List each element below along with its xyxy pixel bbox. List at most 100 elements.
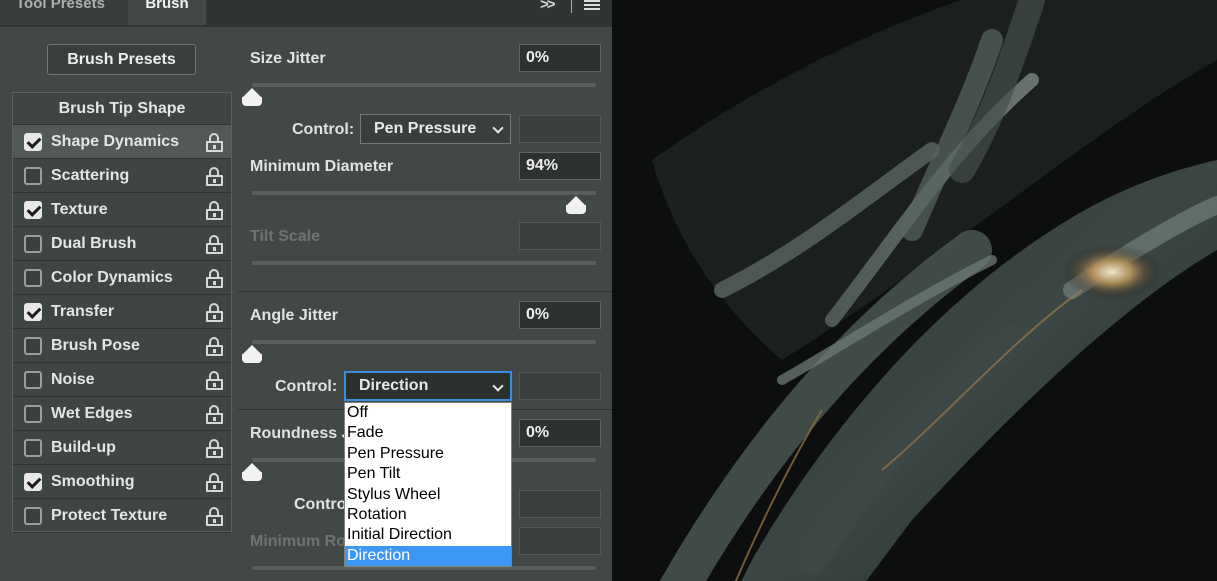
min-diameter-thumb[interactable] (566, 196, 586, 214)
lock-icon[interactable] (206, 337, 224, 356)
angle-control-value: Direction (359, 377, 429, 394)
roundness-control-label: Contro (294, 496, 347, 513)
checkbox-icon[interactable] (24, 371, 42, 389)
checkbox-icon[interactable] (24, 269, 42, 287)
section-divider (238, 291, 612, 292)
min-diameter-slider[interactable] (252, 191, 596, 195)
checkbox-icon[interactable] (24, 133, 42, 151)
control-dropdown-menu: Off Fade Pen Pressure Pen Tilt Stylus Wheel R… (344, 402, 512, 567)
checkbox-icon[interactable] (24, 405, 42, 423)
lock-icon[interactable] (206, 371, 224, 390)
sidebar-item-shape-dynamics[interactable]: Shape Dynamics (13, 125, 231, 159)
sidebar-item-color-dynamics[interactable]: Color Dynamics (13, 261, 231, 295)
brush-settings-panel: Tool Presets Brush >> Brush Presets Brus… (0, 0, 612, 581)
tilt-scale-value (519, 222, 601, 250)
sidebar-item-transfer[interactable]: Transfer (13, 295, 231, 329)
checkbox-icon[interactable] (24, 303, 42, 321)
sidebar-item-label: Noise (51, 371, 95, 388)
sidebar-item-wet-edges[interactable]: Wet Edges (13, 397, 231, 431)
tab-tool-presets[interactable]: Tool Presets (0, 0, 128, 25)
angle-jitter-thumb[interactable] (242, 345, 262, 363)
lock-icon[interactable] (206, 133, 224, 152)
sidebar-item-texture[interactable]: Texture (13, 193, 231, 227)
sidebar-item-label: Brush Pose (51, 337, 140, 354)
min-roundness-label: Minimum Ro (250, 533, 346, 550)
checkbox-icon[interactable] (24, 507, 42, 525)
sidebar-item-protect-texture[interactable]: Protect Texture (13, 499, 231, 533)
min-roundness-value (519, 527, 601, 555)
size-jitter-label: Size Jitter (250, 50, 326, 67)
roundness-jitter-value[interactable]: 0% (519, 419, 601, 447)
brush-stroke-canvas[interactable] (612, 0, 1217, 581)
angle-control-select[interactable]: Direction (344, 371, 512, 401)
chevron-down-icon (492, 380, 504, 392)
sidebar-item-label: Shape Dynamics (51, 133, 180, 150)
size-control-extra-field (519, 115, 601, 143)
sidebar-item-label: Protect Texture (51, 507, 168, 524)
dropdown-option[interactable]: Pen Pressure (345, 444, 511, 464)
dropdown-option[interactable]: Fade (345, 423, 511, 443)
sidebar-item-label: Wet Edges (51, 405, 133, 422)
sidebar-item-dual-brush[interactable]: Dual Brush (13, 227, 231, 261)
min-diameter-label: Minimum Diameter (250, 158, 394, 175)
panel-menu-icon[interactable] (584, 0, 600, 10)
sidebar-item-label: Scattering (51, 167, 130, 184)
checkbox-icon[interactable] (24, 473, 42, 491)
brush-tip-shape-item[interactable]: Brush Tip Shape (13, 93, 231, 125)
sidebar-item-noise[interactable]: Noise (13, 363, 231, 397)
sidebar-item-build-up[interactable]: Build-up (13, 431, 231, 465)
size-control-label: Control: (292, 121, 355, 138)
sidebar-item-brush-pose[interactable]: Brush Pose (13, 329, 231, 363)
angle-jitter-label: Angle Jitter (250, 307, 339, 324)
dropdown-option[interactable]: Initial Direction (345, 525, 511, 545)
size-jitter-thumb[interactable] (242, 88, 262, 106)
dropdown-option[interactable]: Direction (345, 545, 511, 567)
angle-control-label: Control: (275, 378, 338, 395)
sidebar-item-label: Dual Brush (51, 235, 137, 252)
checkbox-icon[interactable] (24, 167, 42, 185)
angle-jitter-value[interactable]: 0% (519, 301, 601, 329)
lock-icon[interactable] (206, 269, 224, 288)
sidebar-item-label: Smoothing (51, 473, 135, 490)
angle-jitter-slider[interactable] (252, 340, 596, 344)
brush-presets-button[interactable]: Brush Presets (47, 44, 196, 75)
dropdown-option[interactable]: Rotation (345, 505, 511, 525)
tab-brush[interactable]: Brush (128, 0, 206, 25)
tilt-scale-slider (252, 261, 596, 265)
lock-icon[interactable] (206, 201, 224, 220)
checkbox-icon[interactable] (24, 439, 42, 457)
tilt-scale-label: Tilt Scale (250, 228, 320, 245)
roundness-control-extra-field (519, 490, 601, 518)
min-diameter-value[interactable]: 94% (519, 152, 601, 180)
lock-icon[interactable] (206, 303, 224, 322)
size-jitter-value[interactable]: 0% (519, 44, 601, 72)
sidebar-item-label: Texture (51, 201, 108, 218)
roundness-jitter-thumb[interactable] (242, 463, 262, 481)
sidebar-item-scattering[interactable]: Scattering (13, 159, 231, 193)
checkbox-icon[interactable] (24, 337, 42, 355)
angle-control-extra-field (519, 372, 601, 400)
collapse-panel-icon[interactable]: >> (540, 0, 555, 13)
sidebar-item-label: Build-up (51, 439, 116, 456)
checkbox-icon[interactable] (24, 235, 42, 253)
lock-icon[interactable] (206, 235, 224, 254)
size-jitter-slider[interactable] (252, 83, 596, 87)
sidebar-item-smoothing[interactable]: Smoothing (13, 465, 231, 499)
dropdown-option[interactable]: Stylus Wheel (345, 485, 511, 505)
size-control-select[interactable]: Pen Pressure (360, 114, 511, 144)
lock-icon[interactable] (206, 473, 224, 492)
brush-strokes-artwork (612, 0, 1217, 581)
sidebar-item-label: Color Dynamics (51, 269, 173, 286)
sidebar-item-label: Transfer (51, 303, 115, 320)
panel-tab-bar: Tool Presets Brush >> (0, 0, 612, 27)
chevron-down-icon (492, 122, 504, 134)
checkbox-icon[interactable] (24, 201, 42, 219)
lock-icon[interactable] (206, 167, 224, 186)
dropdown-option[interactable]: Off (345, 403, 511, 423)
lock-icon[interactable] (206, 439, 224, 458)
roundness-jitter-label: Roundness J (250, 425, 351, 442)
lock-icon[interactable] (206, 405, 224, 424)
lock-icon[interactable] (206, 507, 224, 526)
dropdown-option[interactable]: Pen Tilt (345, 464, 511, 484)
tab-divider (571, 0, 572, 13)
